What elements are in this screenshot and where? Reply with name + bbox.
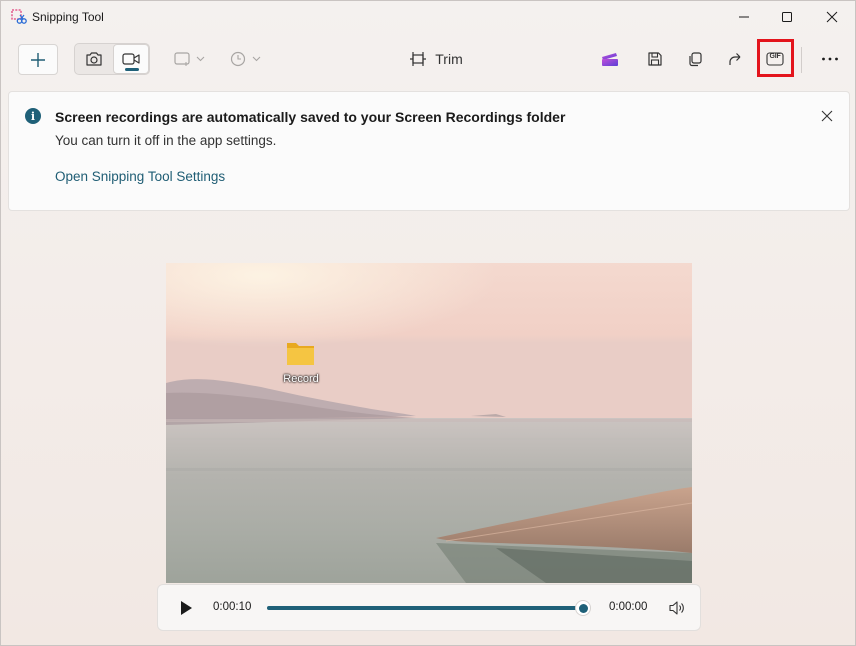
trim-icon (410, 52, 427, 66)
snipping-tool-window: Snipping Tool Trim GIF i Screen recordin… (0, 0, 856, 646)
banner-message: You can turn it off in the app settings. (55, 133, 277, 148)
close-window-button[interactable] (809, 1, 855, 33)
video-camera-icon (122, 53, 140, 65)
more-icon (822, 57, 838, 61)
current-time: 0:00:10 (213, 601, 252, 613)
clipchamp-button[interactable] (595, 45, 625, 73)
copy-icon (689, 52, 702, 67)
volume-button[interactable] (667, 598, 687, 618)
snipping-tool-logo-icon (11, 9, 27, 24)
gif-highlight-box (757, 39, 794, 77)
maximize-button[interactable] (764, 1, 810, 33)
info-icon: i (25, 108, 41, 124)
record-mode-button[interactable] (113, 44, 149, 74)
clipchamp-icon (602, 53, 618, 66)
play-button[interactable] (176, 598, 196, 618)
clock-icon (230, 51, 261, 67)
close-icon (821, 110, 833, 122)
play-icon (181, 601, 192, 615)
new-snip-button[interactable] (18, 44, 58, 75)
selected-indicator (125, 68, 139, 71)
delay-dropdown[interactable] (227, 45, 265, 73)
camera-icon (85, 52, 102, 66)
toolbar: Trim GIF (1, 37, 855, 81)
open-settings-link[interactable]: Open Snipping Tool Settings (55, 169, 225, 184)
share-icon (729, 53, 741, 65)
maximize-icon (782, 12, 792, 22)
plus-icon (31, 52, 45, 67)
trim-button[interactable]: Trim (401, 44, 471, 74)
seek-bar[interactable] (267, 600, 591, 616)
recording-preview (166, 263, 692, 583)
playback-controls: 0:00:10 0:00:00 (157, 584, 701, 631)
snip-mode-button[interactable] (76, 45, 111, 73)
toolbar-divider (801, 47, 802, 73)
banner-title: Screen recordings are automatically save… (55, 109, 566, 125)
end-time: 0:00:00 (609, 601, 648, 613)
desktop-icon-label: Record (283, 373, 319, 385)
trim-label: Trim (435, 51, 463, 67)
dismiss-banner-button[interactable] (817, 106, 837, 126)
volume-icon (669, 601, 684, 615)
info-banner: i Screen recordings are automatically sa… (8, 91, 850, 211)
snip-shape-dropdown[interactable] (171, 45, 209, 73)
minimize-icon (739, 16, 749, 18)
window-title: Snipping Tool (32, 10, 104, 24)
more-options-button[interactable] (814, 45, 846, 73)
save-icon (648, 52, 662, 66)
rectangle-snip-icon (174, 52, 205, 66)
save-button[interactable] (640, 45, 670, 73)
seek-progress (267, 606, 583, 610)
seek-thumb-dot (578, 603, 588, 613)
close-icon (826, 11, 838, 23)
share-button[interactable] (720, 45, 750, 73)
seek-thumb[interactable] (575, 600, 591, 616)
minimize-button[interactable] (721, 1, 767, 33)
title-bar: Snipping Tool (1, 1, 855, 33)
copy-button[interactable] (680, 45, 710, 73)
